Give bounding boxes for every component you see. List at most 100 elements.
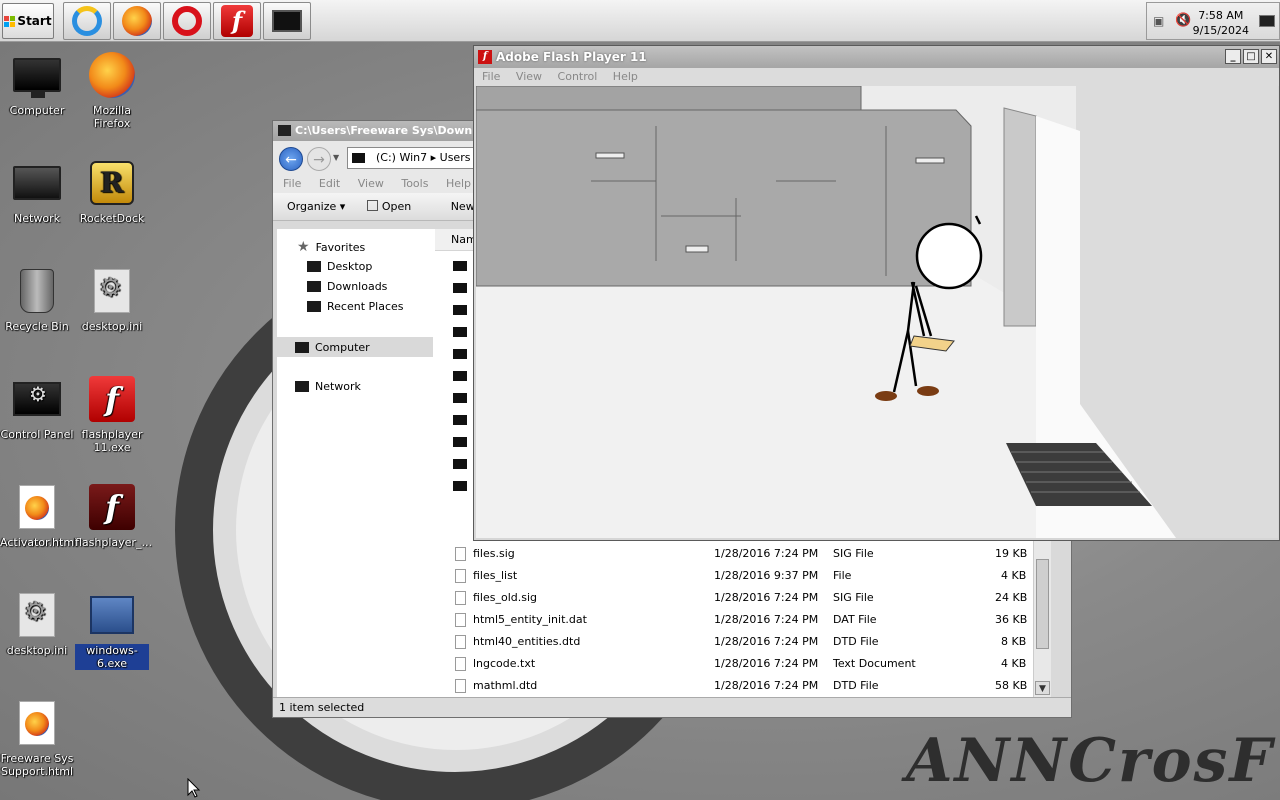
table-row[interactable]: lngcode.txt 1/28/2016 7:24 PM Text Docum… [435, 653, 1051, 675]
desktop-icon-label: RocketDock [79, 212, 145, 225]
desktop-icon-desktop-ini[interactable]: desktop.ini [75, 266, 149, 333]
show-desktop-icon[interactable] [1259, 15, 1275, 27]
desktop-icon-desktop-ini-2[interactable]: desktop.ini [0, 590, 74, 657]
nav-label: Network [315, 380, 361, 393]
desktop-icon-network[interactable]: Network [0, 158, 74, 225]
volume-muted-icon[interactable]: 🔇 [1175, 13, 1191, 28]
nav-favorites[interactable]: ★ Favorites [297, 239, 365, 255]
flash-menu-help[interactable]: Help [613, 70, 638, 83]
file-size: 4 KB [1001, 569, 1027, 582]
desktop-icon-label: Mozilla Firefox [93, 104, 131, 130]
file-type: SIG File [833, 547, 874, 560]
desktop-icon-windows-6[interactable]: windows-6.exe [75, 590, 149, 670]
organize-button[interactable]: Organize ▾ [287, 200, 345, 213]
menu-tools[interactable]: Tools [401, 177, 428, 190]
desktop-icon-recycle-bin[interactable]: Recycle Bin [0, 266, 74, 333]
flash-game-stage[interactable] [476, 86, 1278, 538]
clock[interactable]: 7:58 AM 9/15/2024 [1193, 8, 1249, 38]
nav-downloads[interactable]: Downloads [307, 280, 387, 293]
minimize-button[interactable]: _ [1225, 49, 1241, 64]
folder-icon [453, 327, 467, 337]
recent-pages-icon[interactable]: ▼ [333, 153, 339, 162]
right-shoe [917, 386, 939, 396]
desktop-icon-flashplayer[interactable]: f flashplayer_... [75, 482, 152, 549]
flash-menu-view[interactable]: View [516, 70, 542, 83]
desktop-icon-rocketdock[interactable]: R RocketDock [75, 158, 149, 225]
scroll-down-arrow-icon[interactable]: ▼ [1035, 681, 1050, 695]
nav-desktop[interactable]: Desktop [307, 260, 372, 273]
back-button[interactable]: ← [279, 147, 303, 171]
table-row[interactable]: html5_entity_init.dat 1/28/2016 7:24 PM … [435, 609, 1051, 631]
desktop-icon-flashplayer-11[interactable]: f flashplayer 11.exe [75, 374, 149, 454]
flash-icon: f [478, 50, 492, 64]
taskbar-firefox[interactable] [113, 2, 161, 40]
nav-recent-places[interactable]: Recent Places [307, 300, 404, 313]
table-row[interactable]: files_old.sig 1/28/2016 7:24 PM SIG File… [435, 587, 1051, 609]
open-button[interactable]: Open [366, 200, 429, 213]
left-shoe [875, 391, 897, 401]
file-date: 1/28/2016 7:24 PM [714, 591, 819, 604]
taskbar-opera[interactable] [163, 2, 211, 40]
table-row[interactable]: files_list 1/28/2016 9:37 PM File 4 KB [435, 565, 1051, 587]
file-icon [455, 547, 466, 561]
file-date: 1/28/2016 7:24 PM [714, 679, 819, 692]
flash-titlebar[interactable]: f Adobe Flash Player 11 _ □ ✕ [474, 46, 1279, 68]
taskbar-internet-explorer[interactable] [63, 2, 111, 40]
desktop-icon-label: Freeware Sys Support.html [0, 752, 74, 778]
menu-file[interactable]: File [283, 177, 301, 190]
open-icon [366, 200, 378, 211]
file-date: 1/28/2016 7:24 PM [714, 613, 819, 626]
start-button[interactable]: Start [2, 3, 54, 39]
menu-edit[interactable]: Edit [319, 177, 340, 190]
address-bar[interactable]: (C:) Win7 ▸ Users [347, 147, 477, 169]
file-name: files.sig [473, 547, 515, 560]
network-icon [13, 166, 61, 200]
folder-icon [278, 125, 291, 136]
maximize-button[interactable]: □ [1243, 49, 1259, 64]
desktop-icon-freeware-sys-support[interactable]: Freeware Sys Support.html [0, 698, 74, 778]
flash-menubar: File View Control Help [474, 68, 1279, 86]
taskbar-terminal[interactable] [263, 2, 311, 40]
menu-help[interactable]: Help [446, 177, 471, 190]
flash-menu-control[interactable]: Control [558, 70, 598, 83]
desktop-icon-computer[interactable]: Computer [0, 50, 74, 117]
desktop-icon-label: Recycle Bin [5, 320, 69, 333]
file-date: 1/28/2016 7:24 PM [714, 635, 819, 648]
file-type: SIG File [833, 591, 874, 604]
nav-computer[interactable]: Computer [277, 337, 433, 357]
downloads-folder-icon [307, 281, 321, 292]
file-date: 1/28/2016 7:24 PM [714, 657, 819, 670]
menu-view[interactable]: View [358, 177, 384, 190]
desktop-icon-firefox[interactable]: Mozilla Firefox [75, 50, 149, 130]
file-size: 19 KB [995, 547, 1028, 560]
forward-button[interactable]: → [307, 147, 331, 171]
wallpaper-watermark: ANNCrosF [905, 726, 1274, 796]
clock-time: 7:58 AM [1198, 9, 1244, 22]
desktop-icon-label: Network [14, 212, 60, 225]
status-text: 1 item selected [279, 701, 365, 714]
folder-icon [453, 481, 467, 491]
flash-menu-file[interactable]: File [482, 70, 500, 83]
file-name: files_old.sig [473, 591, 538, 604]
monitor-icon [13, 58, 61, 98]
recycle-bin-icon [20, 269, 54, 313]
file-size: 24 KB [995, 591, 1028, 604]
desktop-icon-label: Activator.html [0, 536, 78, 549]
file-type: Text Document [833, 657, 916, 670]
table-row[interactable]: html40_entities.dtd 1/28/2016 7:24 PM DT… [435, 631, 1051, 653]
internet-explorer-icon [72, 6, 102, 36]
network-tray-icon[interactable]: ▣ [1153, 14, 1164, 28]
close-button[interactable]: ✕ [1261, 49, 1277, 64]
desktop-icon-label: desktop.ini [6, 644, 68, 657]
nav-network[interactable]: Network [295, 380, 361, 393]
desktop-icon-activator-html[interactable]: Activator.html [0, 482, 78, 549]
table-row[interactable]: mathml.dtd 1/28/2016 7:24 PM DTD File 58… [435, 675, 1051, 697]
scrollbar-thumb[interactable] [1036, 559, 1049, 649]
table-row[interactable]: files.sig 1/28/2016 7:24 PM SIG File 19 … [435, 543, 1051, 565]
folder-icon [453, 261, 467, 271]
flash-icon: f [221, 5, 253, 37]
file-icon [455, 657, 466, 671]
explorer-title: C:\Users\Freeware Sys\Downlo [295, 124, 484, 137]
desktop-icon-control-panel[interactable]: Control Panel [0, 374, 74, 441]
taskbar-flash[interactable]: f [213, 2, 261, 40]
